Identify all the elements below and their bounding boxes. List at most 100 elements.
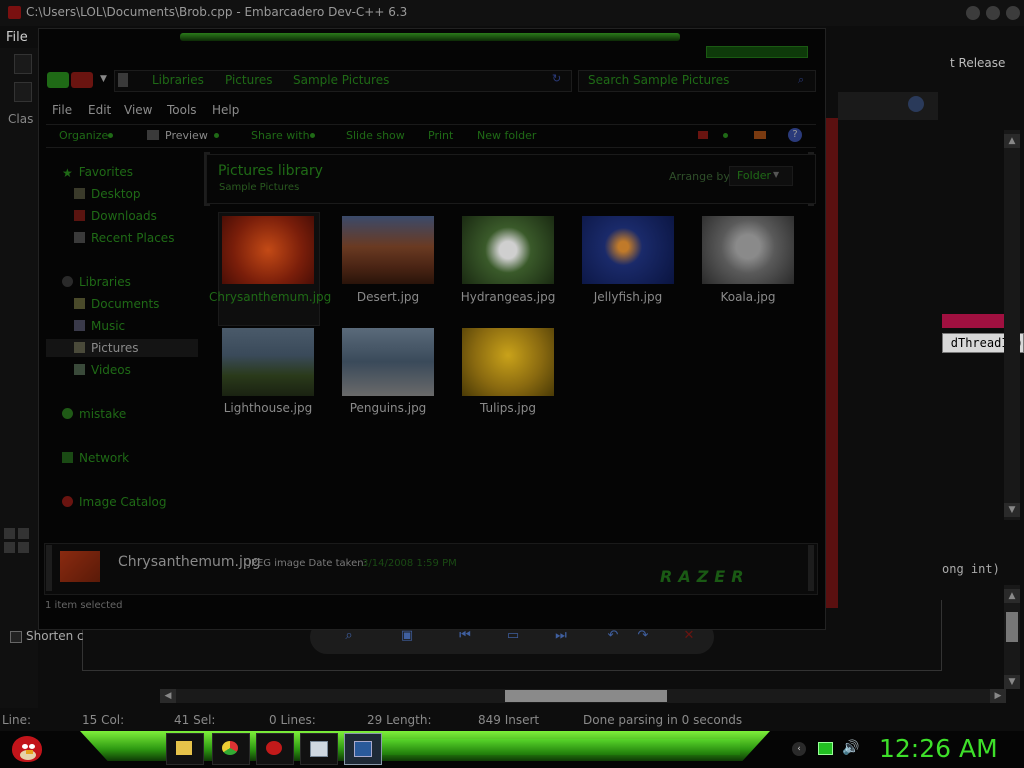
editor-vertical-scrollbar[interactable] bbox=[1004, 130, 1020, 520]
scroll-up-icon[interactable]: ▲ bbox=[1004, 134, 1020, 148]
breadcrumb-libraries[interactable]: Libraries bbox=[152, 73, 204, 87]
file-label-koala[interactable]: Koala.jpg bbox=[689, 289, 807, 305]
open-file-icon[interactable] bbox=[14, 82, 32, 102]
ide-menu-file[interactable]: File bbox=[6, 30, 28, 45]
explorer-menubar bbox=[46, 102, 816, 120]
rotate-left-icon[interactable]: ↶ bbox=[604, 628, 622, 644]
recent-pages-chevron-icon[interactable]: ▼ bbox=[100, 74, 107, 84]
organize-button[interactable]: Organize bbox=[59, 129, 108, 142]
slide-show-button[interactable]: Slide show bbox=[346, 129, 405, 142]
thumbnail-desert[interactable] bbox=[342, 216, 434, 284]
file-label-jellyfish[interactable]: Jellyfish.jpg bbox=[569, 289, 687, 305]
thumbnail-jellyfish[interactable] bbox=[582, 216, 674, 284]
close-icon[interactable] bbox=[1006, 6, 1020, 20]
videos-icon bbox=[74, 364, 85, 375]
nav-documents[interactable]: Documents bbox=[74, 297, 159, 311]
nav-homegroup[interactable]: mistake bbox=[62, 407, 126, 421]
file-label-chrysanthemum[interactable]: Chrysanthemum.jpg bbox=[209, 289, 331, 305]
scroll-right-icon[interactable]: ▶ bbox=[990, 689, 1006, 703]
compiler-config-label: t Release bbox=[950, 56, 1006, 70]
slideshow-icon[interactable]: ▭ bbox=[504, 628, 522, 644]
previous-icon[interactable]: ⏮ bbox=[456, 628, 474, 644]
thumbnail-hydrangeas[interactable] bbox=[462, 216, 554, 284]
help-icon[interactable]: ? bbox=[788, 128, 802, 142]
desktop-icon bbox=[74, 188, 85, 199]
window-active-icon bbox=[354, 741, 372, 757]
view-options-icon[interactable] bbox=[698, 131, 708, 139]
scroll-down-icon[interactable]: ▼ bbox=[1004, 675, 1020, 689]
nav-image-catalog[interactable]: Image Catalog bbox=[62, 495, 166, 509]
pane-divider[interactable] bbox=[808, 545, 814, 591]
share-with-button[interactable]: Share with bbox=[251, 129, 310, 142]
status-line-label: Line: bbox=[2, 713, 32, 727]
new-folder-button[interactable]: New folder bbox=[477, 129, 536, 142]
nav-favorites[interactable]: ★ Favorites bbox=[62, 165, 133, 180]
refresh-icon[interactable]: ↻ bbox=[552, 72, 566, 88]
file-label-lighthouse[interactable]: Lighthouse.jpg bbox=[209, 400, 327, 416]
file-label-hydrangeas[interactable]: Hydrangeas.jpg bbox=[449, 289, 567, 305]
file-label-tulips[interactable]: Tulips.jpg bbox=[449, 400, 567, 416]
nav-videos[interactable]: Videos bbox=[74, 363, 131, 377]
menu-view[interactable]: View bbox=[124, 103, 152, 117]
nav-recent-places[interactable]: Recent Places bbox=[74, 231, 174, 245]
nav-music[interactable]: Music bbox=[74, 319, 125, 333]
menu-file[interactable]: File bbox=[52, 103, 72, 117]
volume-icon[interactable]: 🔊 bbox=[842, 740, 859, 756]
grid-icon[interactable] bbox=[4, 528, 30, 554]
breadcrumb-pictures[interactable]: Pictures bbox=[225, 73, 273, 87]
pane-divider[interactable] bbox=[46, 545, 52, 591]
arrange-by-value[interactable]: Folder bbox=[737, 169, 771, 182]
explorer-status: 1 item selected bbox=[45, 600, 123, 611]
menu-tools[interactable]: Tools bbox=[167, 103, 197, 117]
bird-eye bbox=[29, 744, 35, 749]
fit-icon[interactable]: ▣ bbox=[398, 628, 416, 644]
clock[interactable]: 12:26 AM bbox=[879, 734, 998, 763]
scrollbar-thumb[interactable] bbox=[505, 690, 667, 702]
file-label-desert[interactable]: Desert.jpg bbox=[329, 289, 447, 305]
thumbnail-chrysanthemum[interactable] bbox=[222, 216, 314, 284]
thumbnail-koala[interactable] bbox=[702, 216, 794, 284]
minimize-icon[interactable] bbox=[966, 6, 980, 20]
nav-pictures[interactable]: Pictures bbox=[74, 341, 139, 355]
class-browser-tab[interactable]: Clas bbox=[8, 112, 33, 126]
preview-pane-icon[interactable] bbox=[754, 131, 766, 139]
nav-libraries[interactable]: Libraries bbox=[62, 275, 131, 289]
status-lines: 0 Lines: bbox=[269, 713, 316, 727]
search-placeholder[interactable]: Search Sample Pictures bbox=[588, 73, 729, 87]
chevron-down-icon[interactable]: ▼ bbox=[773, 170, 779, 179]
homegroup-icon bbox=[62, 408, 73, 419]
search-icon[interactable]: ⌕ bbox=[798, 73, 810, 86]
scroll-left-icon[interactable]: ◀ bbox=[160, 689, 176, 703]
zoom-icon[interactable]: ⌕ bbox=[340, 628, 358, 644]
back-button[interactable] bbox=[47, 72, 69, 88]
dropdown-icon bbox=[723, 133, 728, 138]
thumbnail-lighthouse[interactable] bbox=[222, 328, 314, 396]
nav-network[interactable]: Network bbox=[62, 451, 129, 465]
file-label-penguins[interactable]: Penguins.jpg bbox=[329, 400, 447, 416]
preview-button[interactable]: Preview bbox=[165, 129, 208, 142]
network-tray-icon[interactable] bbox=[818, 742, 833, 755]
scroll-down-icon[interactable]: ▼ bbox=[1004, 503, 1020, 517]
maximize-icon[interactable] bbox=[986, 6, 1000, 20]
new-file-icon[interactable] bbox=[14, 54, 32, 74]
scroll-up-icon[interactable]: ▲ bbox=[1004, 589, 1020, 603]
scrollbar-thumb[interactable] bbox=[1006, 612, 1018, 642]
thumbnail-penguins[interactable] bbox=[342, 328, 434, 396]
thumbnail-tulips[interactable] bbox=[462, 328, 554, 396]
menu-help[interactable]: Help bbox=[212, 103, 239, 117]
print-button[interactable]: Print bbox=[428, 129, 453, 142]
nav-desktop[interactable]: Desktop bbox=[74, 187, 141, 201]
forward-button[interactable] bbox=[71, 72, 93, 88]
rotate-right-icon[interactable]: ↷ bbox=[634, 628, 652, 644]
language-icon[interactable]: ‹ bbox=[792, 742, 806, 756]
window-controls[interactable] bbox=[706, 46, 808, 58]
breadcrumb-sample-pictures[interactable]: Sample Pictures bbox=[293, 73, 389, 87]
menu-edit[interactable]: Edit bbox=[88, 103, 111, 117]
details-file-name: Chrysanthemum.jpg bbox=[118, 554, 261, 570]
next-icon[interactable]: ⏭ bbox=[552, 628, 570, 644]
delete-icon[interactable]: ✕ bbox=[680, 628, 698, 644]
nav-downloads[interactable]: Downloads bbox=[74, 209, 157, 223]
help-icon[interactable] bbox=[908, 96, 924, 112]
details-date-taken[interactable]: 3/14/2008 1:59 PM bbox=[362, 558, 457, 569]
shorten-paths-checkbox[interactable]: Shorten c bbox=[10, 629, 84, 643]
